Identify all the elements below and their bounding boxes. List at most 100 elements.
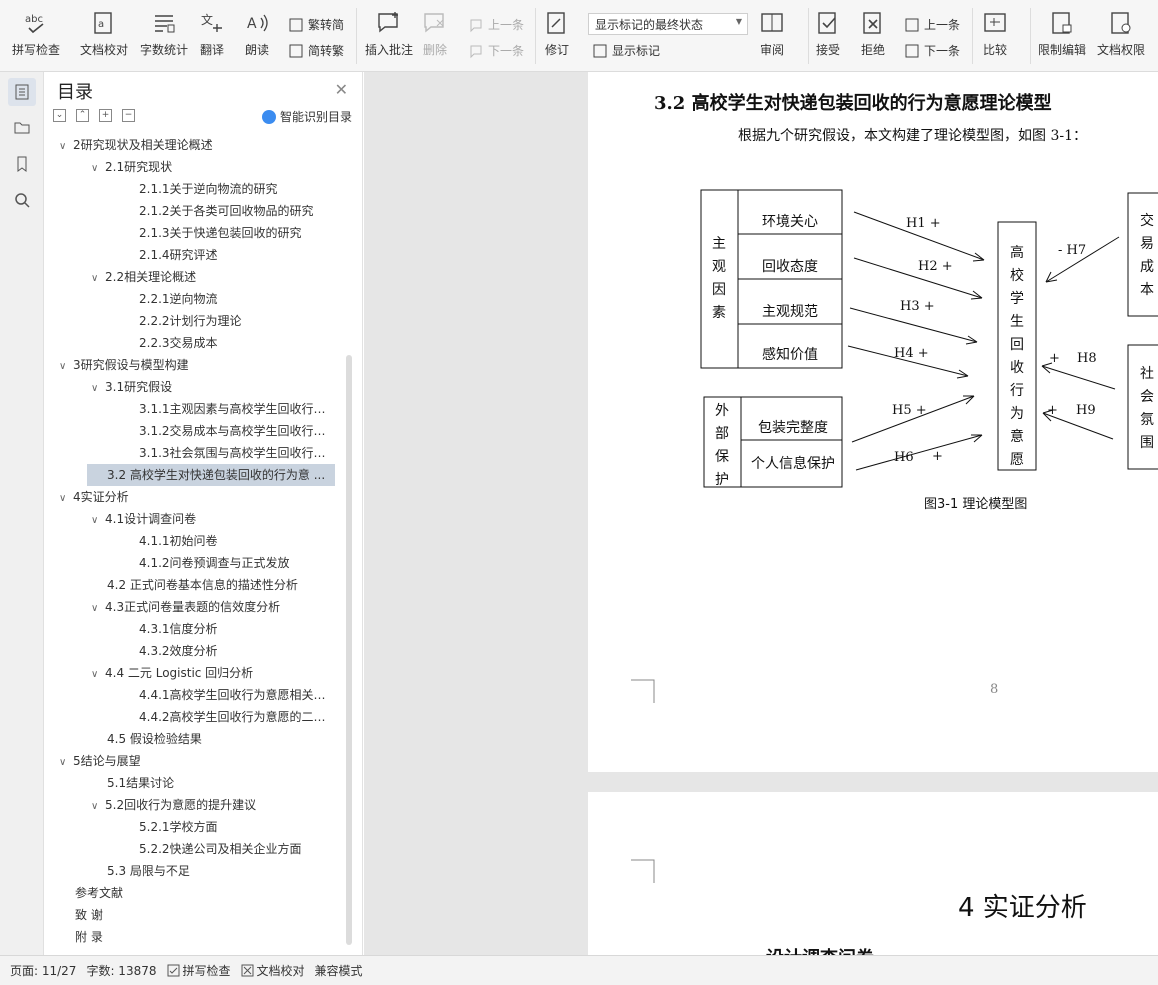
chevron-down-icon[interactable]: ∨	[59, 488, 73, 508]
chevron-down-icon[interactable]: ∨	[91, 598, 105, 618]
reject-button[interactable]: 拒绝	[860, 10, 886, 58]
toc-item[interactable]: 4.1.2问卷预调查与正式发放	[139, 552, 335, 574]
spell-check-button[interactable]: abc 拼写检查	[12, 10, 60, 58]
toc-item[interactable]: 3.2 高校学生对快递包装回收的行为意 ...	[87, 464, 335, 486]
compare-button[interactable]: 比较	[982, 10, 1008, 58]
chevron-down-icon[interactable]: ∨	[91, 664, 105, 684]
toc-item[interactable]: ∨ 4实证分析	[59, 486, 335, 508]
word-count-indicator[interactable]: 字数: 13878	[86, 962, 156, 979]
next-comment-label: 下一条	[488, 44, 525, 58]
markup-mode-select[interactable]: 显示标记的最终状态 ▼	[588, 13, 748, 35]
word-count-button[interactable]: 字数统计	[140, 10, 188, 58]
status-spell-check[interactable]: 拼写检查	[167, 962, 231, 979]
close-icon[interactable]: ✕	[335, 80, 348, 99]
folder-icon	[14, 122, 30, 134]
toc-item-label: 2.1.1关于逆向物流的研究	[139, 182, 278, 196]
chevron-down-icon[interactable]: ∨	[91, 158, 105, 178]
toc-item[interactable]: 4.4.1高校学生回收行为意愿相关变 ...	[139, 684, 335, 706]
chevron-down-icon[interactable]: ∨	[91, 510, 105, 530]
toc-item[interactable]: 5.1结果讨论	[107, 772, 335, 794]
toc-item[interactable]: ∨ 4.3正式问卷量表题的信效度分析	[91, 596, 335, 618]
toc-item[interactable]: 2.1.2关于各类可回收物品的研究	[139, 200, 335, 222]
translate-button[interactable]: 文 翻译	[199, 10, 225, 58]
prev-comment-label: 上一条	[488, 18, 525, 32]
search-panel-toggle[interactable]	[8, 186, 36, 214]
delete-comment-button[interactable]: 删除	[422, 10, 448, 58]
smart-toc-button[interactable]: 智能识别目录	[261, 108, 352, 125]
lock-doc-icon	[1052, 12, 1072, 34]
page-indicator[interactable]: 页面: 11/27	[10, 962, 76, 979]
review-button[interactable]: 审阅	[759, 10, 785, 58]
prev-comment-button[interactable]: 上一条	[468, 16, 524, 33]
doc-permission-label: 文档权限	[1097, 43, 1146, 57]
toc-item[interactable]: 4.2 正式问卷基本信息的描述性分析	[107, 574, 335, 596]
simp-to-trad-button[interactable]: 简转繁	[288, 42, 344, 59]
chevron-down-icon[interactable]: ∨	[91, 378, 105, 398]
bookmark-panel-toggle[interactable]	[8, 150, 36, 178]
chevron-down-icon[interactable]: ∨	[59, 356, 73, 376]
chevron-down-icon[interactable]: ∨	[91, 268, 105, 288]
next-comment-button[interactable]: 下一条	[468, 42, 524, 59]
doc-permission-button[interactable]: 文档权限	[1097, 10, 1145, 58]
toc-item[interactable]: 参考文献	[75, 882, 335, 904]
chevron-down-icon[interactable]: ∨	[91, 796, 105, 816]
insert-comment-button[interactable]: 插入批注	[365, 10, 413, 58]
toc-item[interactable]: ∨ 3.1研究假设	[91, 376, 335, 398]
prev-change-button[interactable]: 上一条	[904, 16, 960, 33]
collapse-all-icon[interactable]: ⌄	[53, 109, 66, 122]
add-level-icon[interactable]: +	[99, 109, 112, 122]
toc-item[interactable]: ∨ 2.1研究现状	[91, 156, 335, 178]
restrict-edit-button[interactable]: 限制编辑	[1038, 10, 1086, 58]
remove-level-icon[interactable]: −	[122, 109, 135, 122]
toc-item[interactable]: 4.5 假设检验结果	[107, 728, 335, 750]
toc-item[interactable]: 附 录	[75, 926, 335, 948]
toc-item[interactable]: 4.3.1信度分析	[139, 618, 335, 640]
accept-button[interactable]: 接受	[815, 10, 841, 58]
chevron-down-icon[interactable]: ∨	[59, 752, 73, 772]
toc-item[interactable]: 3.1.1主观因素与高校学生回收行为 ...	[139, 398, 335, 420]
toc-item[interactable]: ∨ 4.4 二元 Logistic 回归分析	[91, 662, 335, 684]
toc-scrollbar[interactable]	[346, 355, 352, 945]
trad-to-simp-button[interactable]: 繁转简	[288, 16, 344, 33]
model-diagram	[700, 189, 1158, 488]
next-change-button[interactable]: 下一条	[904, 42, 960, 59]
toc-title: 目录	[57, 82, 93, 103]
toc-item[interactable]: 4.3.2效度分析	[139, 640, 335, 662]
toc-item[interactable]: 5.2.2快递公司及相关企业方面	[139, 838, 335, 860]
show-markup-button[interactable]: 显示标记	[592, 42, 660, 59]
chevron-down-icon[interactable]: ∨	[59, 136, 73, 156]
toc-item[interactable]: 4.1.1初始问卷	[139, 530, 335, 552]
ribbon-separator	[356, 8, 357, 64]
toc-item[interactable]: 2.2.2计划行为理论	[139, 310, 335, 332]
toc-item[interactable]: ∨ 5结论与展望	[59, 750, 335, 772]
page-content: 4 实证分析 设计调查问卷	[631, 859, 1087, 969]
toc-item-label: 致 谢	[75, 908, 103, 922]
toc-item[interactable]: ∨ 5.2回收行为意愿的提升建议	[91, 794, 335, 816]
read-aloud-button[interactable]: A 朗读	[244, 10, 270, 58]
toc-item[interactable]: 2.2.1逆向物流	[139, 288, 335, 310]
toc-item[interactable]: 致 谢	[75, 904, 335, 926]
markup-mode-value: 显示标记的最终状态	[595, 18, 704, 32]
toc-item[interactable]: ∨ 2.2相关理论概述	[91, 266, 335, 288]
toc-item[interactable]: ∨ 4.1设计调查问卷	[91, 508, 335, 530]
toc-item[interactable]: ∨ 3研究假设与模型构建	[59, 354, 335, 376]
toc-item[interactable]: 2.1.4研究评述	[139, 244, 335, 266]
toc-item[interactable]: 2.1.1关于逆向物流的研究	[139, 178, 335, 200]
toc-item[interactable]: 3.1.3社会氛围与高校学生回收行为 ...	[139, 442, 335, 464]
toc-panel-toggle[interactable]	[8, 78, 36, 106]
toc-item[interactable]: 3.1.2交易成本与高校学生回收行为 ...	[139, 420, 335, 442]
toc-item[interactable]: 5.3 局限与不足	[107, 860, 335, 882]
svg-text:abc: abc	[25, 14, 43, 25]
doc-proof-button[interactable]: a 文档校对	[80, 10, 128, 58]
toc-item[interactable]: ∨ 2研究现状及相关理论概述	[59, 134, 335, 156]
expand-up-icon[interactable]: ⌃	[76, 109, 89, 122]
svg-text:a: a	[98, 19, 104, 30]
nav-panel-toggle[interactable]	[8, 113, 36, 141]
toc-item[interactable]: 5.2.1学校方面	[139, 816, 335, 838]
toc-item[interactable]: 4.4.2高校学生回收行为意愿的二元 L ...	[139, 706, 335, 728]
toc-item[interactable]: 2.1.3关于快递包装回收的研究	[139, 222, 335, 244]
track-changes-button[interactable]: 修订	[544, 10, 570, 58]
toc-item[interactable]: 2.2.3交易成本	[139, 332, 335, 354]
list-icon	[15, 84, 29, 100]
status-doc-proof[interactable]: 文档校对	[241, 962, 305, 979]
